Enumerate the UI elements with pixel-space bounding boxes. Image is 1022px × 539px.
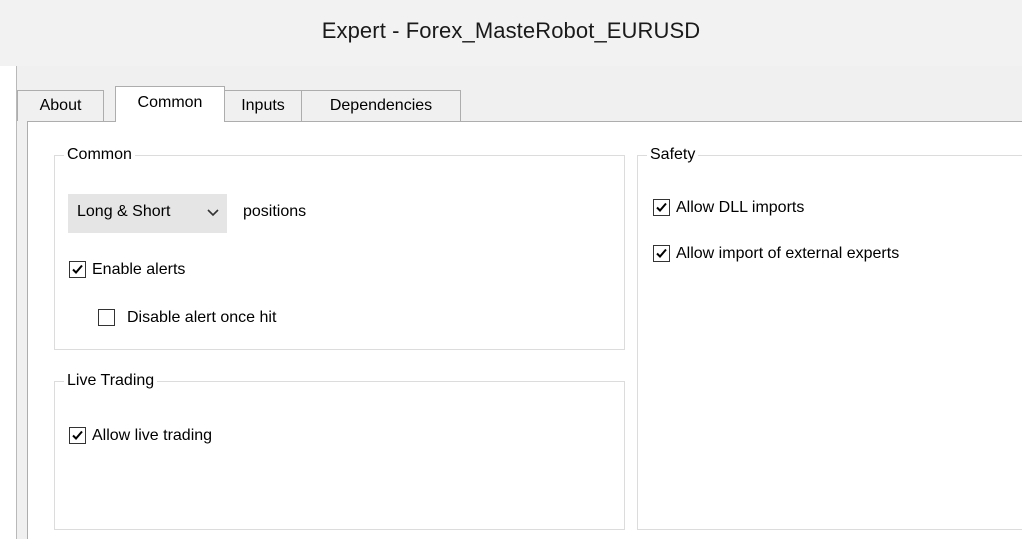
tab-common[interactable]: Common xyxy=(115,86,225,122)
positions-label: positions xyxy=(243,203,307,220)
checkmark-icon xyxy=(72,430,83,440)
checkmark-icon xyxy=(72,264,83,274)
enable-alerts-label[interactable]: Enable alerts xyxy=(92,261,185,279)
allow-dll-imports-label[interactable]: Allow DLL imports xyxy=(676,199,804,217)
tab-dependencies[interactable]: Dependencies xyxy=(301,90,461,121)
tab-dependencies-label: Dependencies xyxy=(329,97,433,114)
window-title: Expert - Forex_MasteRobot_EURUSD xyxy=(321,18,701,43)
disable-alert-once-hit-label[interactable]: Disable alert once hit xyxy=(127,309,276,327)
allow-dll-imports-checkbox[interactable] xyxy=(653,199,670,216)
enable-alerts-checkbox[interactable] xyxy=(69,261,86,278)
tab-inputs-label: Inputs xyxy=(241,97,285,114)
tab-about-label: About xyxy=(39,97,82,114)
window-titlebar[interactable]: Expert - Forex_MasteRobot_EURUSD xyxy=(0,0,1022,66)
groupbox-live-trading: Live Trading xyxy=(54,370,625,530)
allow-import-external-experts-checkbox[interactable] xyxy=(653,245,670,262)
allow-live-trading-label[interactable]: Allow live trading xyxy=(92,427,212,445)
checkmark-icon xyxy=(656,202,667,212)
checkmark-icon xyxy=(656,248,667,258)
disable-alert-once-hit-checkbox[interactable] xyxy=(98,309,115,326)
tab-common-label: Common xyxy=(137,94,203,111)
tab-about[interactable]: About xyxy=(17,90,104,121)
groupbox-safety-legend: Safety xyxy=(647,144,699,166)
allow-live-trading-checkbox[interactable] xyxy=(69,427,86,444)
chevron-down-icon xyxy=(205,205,221,221)
allow-import-external-experts-label[interactable]: Allow import of external experts xyxy=(676,245,899,263)
positions-select-value: Long & Short xyxy=(77,203,171,220)
groupbox-live-trading-legend: Live Trading xyxy=(64,370,158,392)
tab-panel-common: Common Long & Short positions Enable ale… xyxy=(27,121,1022,539)
groupbox-common-legend: Common xyxy=(64,144,135,166)
positions-select[interactable]: Long & Short xyxy=(68,194,227,233)
tab-inputs[interactable]: Inputs xyxy=(224,90,302,121)
